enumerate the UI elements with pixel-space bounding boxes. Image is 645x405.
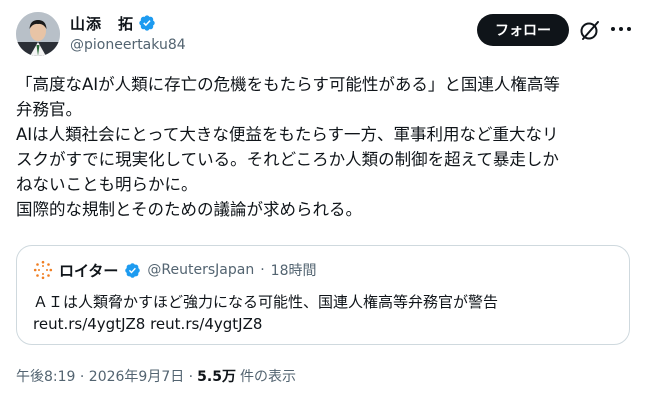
tweet-footer: 午後8:19 · 2026年9月7日 · 5.5万 件の表示 — [16, 366, 296, 386]
quoted-author-handle: @ReutersJapan — [147, 262, 255, 278]
tweet-line: スクがすでに現実化している。それどころか人類の制御を超えて暴走しか — [16, 150, 559, 169]
views-label: 件の表示 — [239, 369, 296, 385]
quoted-tweet-header: ロイター @ReutersJapan · 18時間 — [33, 260, 316, 280]
avatar-image — [16, 12, 60, 56]
quoted-author-name: ロイター — [59, 261, 119, 280]
tweet-line: 弁務官。 — [16, 100, 82, 119]
verified-badge-icon — [125, 262, 141, 278]
more-dots-icon[interactable] — [610, 24, 632, 34]
tweet-header: 山添 拓 @pioneertaku84 フォロー — [0, 0, 645, 70]
tweet-line: ねないことも明らかに。 — [16, 175, 198, 194]
reuters-logo-icon — [33, 260, 53, 280]
follow-button[interactable]: フォロー — [477, 14, 569, 46]
tweet-timestamp[interactable]: 午後8:19 · 2026年9月7日 · — [16, 366, 193, 386]
quoted-tweet-body: ＡＩは人類脅かすほど強力になる可能性、国連人権高等弁務官が警告 reut.rs/… — [33, 291, 623, 335]
views-count: 5.5万 — [197, 369, 236, 385]
author-handle[interactable]: @pioneertaku84 — [70, 37, 186, 53]
author-block[interactable]: 山添 拓 @pioneertaku84 — [70, 13, 186, 54]
quoted-tweet-links[interactable]: reut.rs/4ygtJZ8 reut.rs/4ygtJZ8 — [33, 313, 623, 335]
verified-badge-icon — [139, 15, 155, 31]
quoted-tweet-text: ＡＩは人類脅かすほど強力になる可能性、国連人権高等弁務官が警告 — [33, 293, 499, 311]
tweet-line: AIは人類社会にとって大きな便益をもたらす一方、軍事利用など重大なリ — [16, 125, 559, 144]
tweet-line: 国際的な規制とそのための議論が求められる。 — [16, 200, 363, 219]
quoted-tweet-card[interactable]: ロイター @ReutersJapan · 18時間 ＡＩは人類脅かすほど強力にな… — [16, 245, 630, 345]
quoted-tweet-time: 18時間 — [270, 263, 317, 279]
tweet-line: 「高度なAIが人類に存亡の危機をもたらす可能性がある」と国連人権高等 — [16, 75, 560, 94]
avatar[interactable] — [16, 12, 60, 56]
grok-icon[interactable] — [578, 18, 602, 42]
author-name[interactable]: 山添 拓 — [70, 13, 134, 34]
author-name-row: 山添 拓 — [70, 13, 186, 33]
meta-separator: · — [260, 262, 265, 278]
tweet-body: 「高度なAIが人類に存亡の危機をもたらす可能性がある」と国連人権高等 弁務官。 … — [16, 72, 631, 222]
